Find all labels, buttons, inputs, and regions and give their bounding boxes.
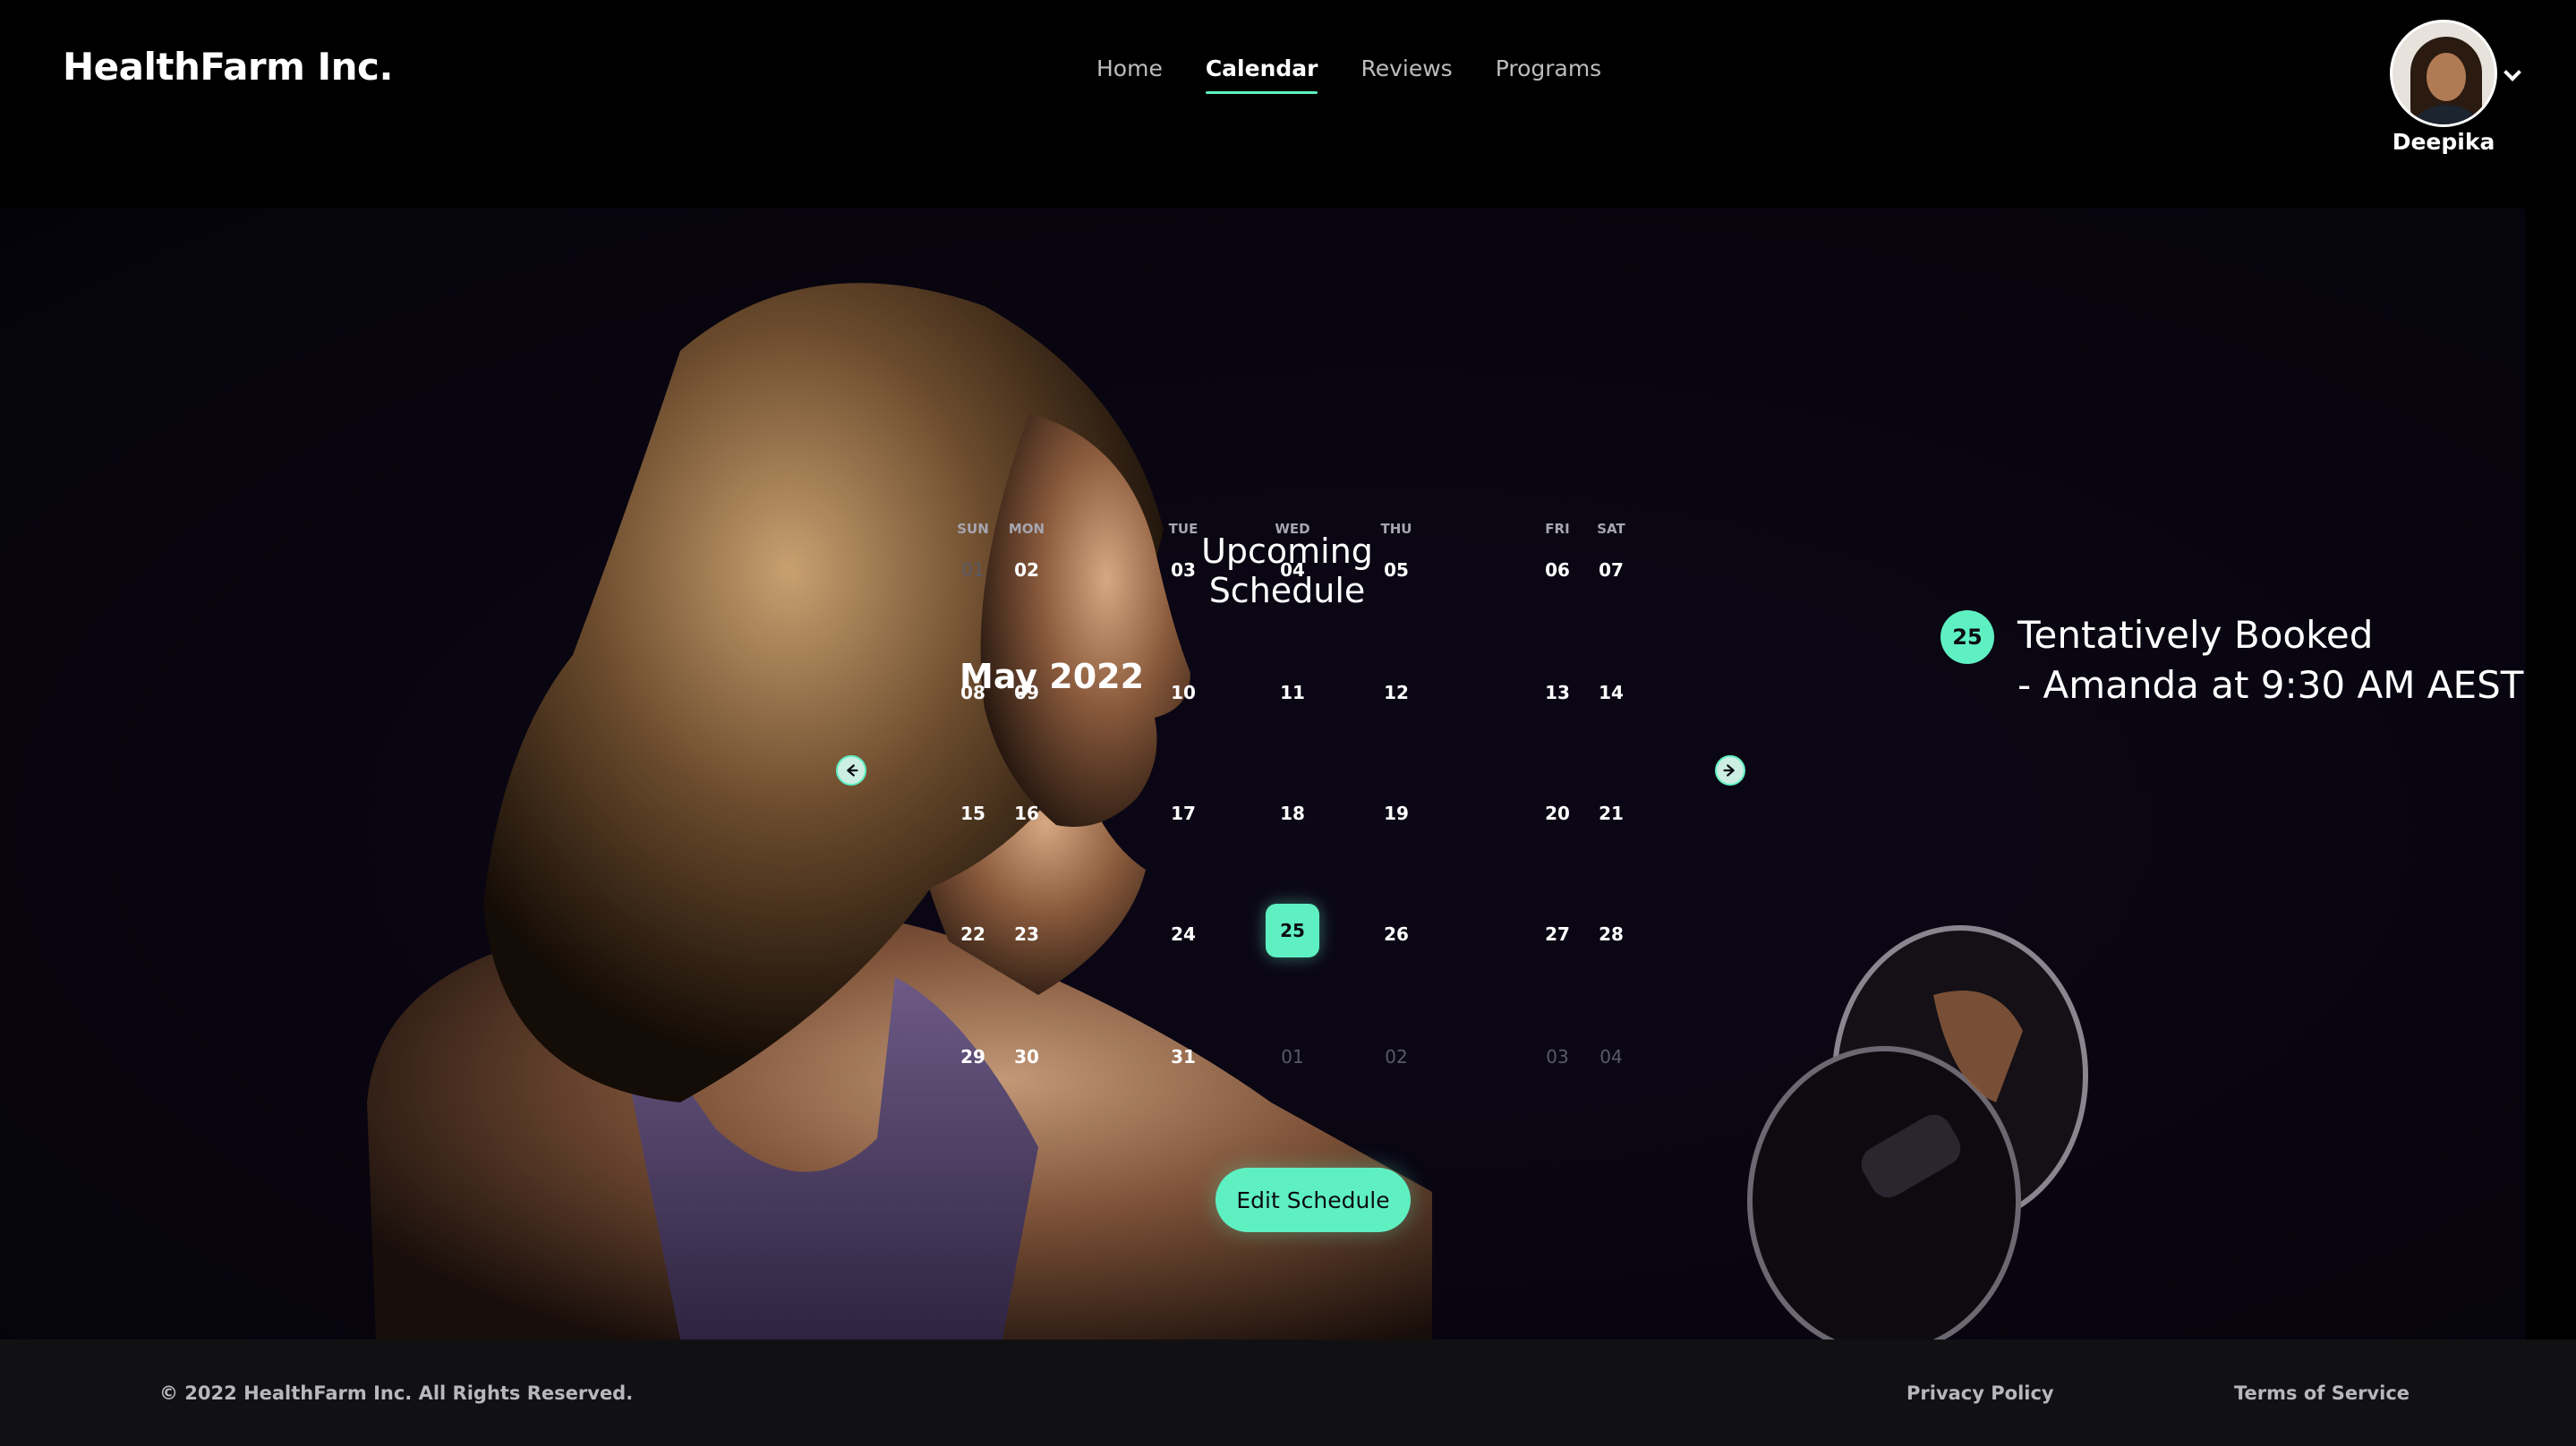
calendar-day-selected[interactable]: 25	[1266, 904, 1319, 957]
hero-background-image	[367, 283, 1432, 1340]
brand-logo[interactable]: HealthFarm Inc.	[63, 45, 393, 89]
calendar-day[interactable]: 10	[1156, 682, 1210, 703]
calendar-day[interactable]: 20	[1531, 803, 1584, 824]
copyright-text: © 2022 HealthFarm Inc. All Rights Reserv…	[159, 1382, 634, 1404]
booking-trainer-time: - Amanda at 9:30 AM AEST	[2017, 663, 2524, 707]
booking-status: Tentatively Booked	[2017, 613, 2374, 657]
weekday-header: SAT	[1597, 521, 1625, 537]
weekday-header: THU	[1380, 521, 1412, 537]
calendar-day[interactable]: 18	[1266, 803, 1319, 824]
calendar-day[interactable]: 21	[1584, 803, 1638, 824]
weekday-header: MON	[1008, 521, 1045, 537]
next-month-button[interactable]	[1715, 755, 1745, 786]
calendar-day[interactable]: 27	[1531, 923, 1584, 945]
calendar-day[interactable]: 08	[946, 682, 1000, 703]
calendar-day: 01	[1281, 1046, 1304, 1067]
chevron-down-icon[interactable]	[2503, 64, 2521, 81]
calendar-day[interactable]: 24	[1156, 923, 1210, 945]
calendar-day: 03	[1546, 1046, 1569, 1067]
calendar-day[interactable]: 03	[1156, 559, 1210, 581]
arrow-left-icon	[847, 764, 858, 777]
nav-reviews[interactable]: Reviews	[1361, 55, 1452, 92]
main-nav: Home Calendar Reviews Programs	[1096, 55, 1644, 94]
calendar-day[interactable]: 26	[1369, 923, 1423, 945]
nav-calendar[interactable]: Calendar	[1205, 55, 1318, 94]
calendar-day[interactable]: 12	[1369, 682, 1423, 703]
calendar-day[interactable]: 19	[1369, 803, 1423, 824]
calendar-day[interactable]: 17	[1156, 803, 1210, 824]
calendar-day[interactable]: 07	[1584, 559, 1638, 581]
weekday-header: WED	[1275, 521, 1310, 537]
calendar-day[interactable]: 02	[1000, 559, 1053, 581]
nav-programs[interactable]: Programs	[1496, 55, 1602, 92]
weekday-header: SUN	[957, 521, 989, 537]
calendar-day[interactable]: 16	[1000, 803, 1053, 824]
calendar-day[interactable]: 05	[1369, 559, 1423, 581]
user-name: Deepika	[2392, 129, 2495, 155]
edit-schedule-button[interactable]: Edit Schedule	[1215, 1168, 1411, 1232]
hero-section: Upcoming Schedule May 2022 SUN MON TUE WED T…	[0, 208, 2526, 1340]
nav-home[interactable]: Home	[1096, 55, 1163, 92]
calendar-day[interactable]: 11	[1266, 682, 1319, 703]
weekday-header: FRI	[1545, 521, 1570, 537]
weekday-header: TUE	[1168, 521, 1198, 537]
calendar-day: 04	[1599, 1046, 1623, 1067]
avatar[interactable]	[2390, 20, 2497, 127]
calendar-day[interactable]: 15	[946, 803, 1000, 824]
calendar-day[interactable]: 22	[946, 923, 1000, 945]
calendar-day[interactable]: 28	[1584, 923, 1638, 945]
booking-details: Tentatively Booked - Amanda at 9:30 AM A…	[2017, 610, 2523, 710]
user-menu[interactable]	[2390, 20, 2506, 127]
calendar-day[interactable]: 13	[1531, 682, 1584, 703]
calendar-day: 01	[961, 559, 985, 581]
calendar-day[interactable]: 31	[1156, 1046, 1210, 1067]
calendar-day[interactable]: 09	[1000, 682, 1053, 703]
calendar-day[interactable]: 23	[1000, 923, 1053, 945]
booking-date-badge: 25	[1941, 610, 1994, 664]
calendar-day[interactable]: 30	[1000, 1046, 1053, 1067]
calendar-day[interactable]: 29	[946, 1046, 1000, 1067]
top-header: HealthFarm Inc. Home Calendar Reviews Pr…	[0, 0, 2576, 208]
calendar-day: 02	[1385, 1046, 1408, 1067]
privacy-policy-link[interactable]: Privacy Policy	[1906, 1382, 2054, 1404]
calendar-day[interactable]: 04	[1266, 559, 1319, 581]
arrow-right-icon	[1723, 764, 1735, 777]
prev-month-button[interactable]	[836, 755, 866, 786]
terms-of-service-link[interactable]: Terms of Service	[2234, 1382, 2410, 1404]
footer: © 2022 HealthFarm Inc. All Rights Reserv…	[0, 1340, 2576, 1446]
calendar-day[interactable]: 06	[1531, 559, 1584, 581]
right-edge-strip	[2526, 208, 2576, 1340]
calendar-day[interactable]: 14	[1584, 682, 1638, 703]
dumbbell-image	[1747, 925, 2088, 1340]
